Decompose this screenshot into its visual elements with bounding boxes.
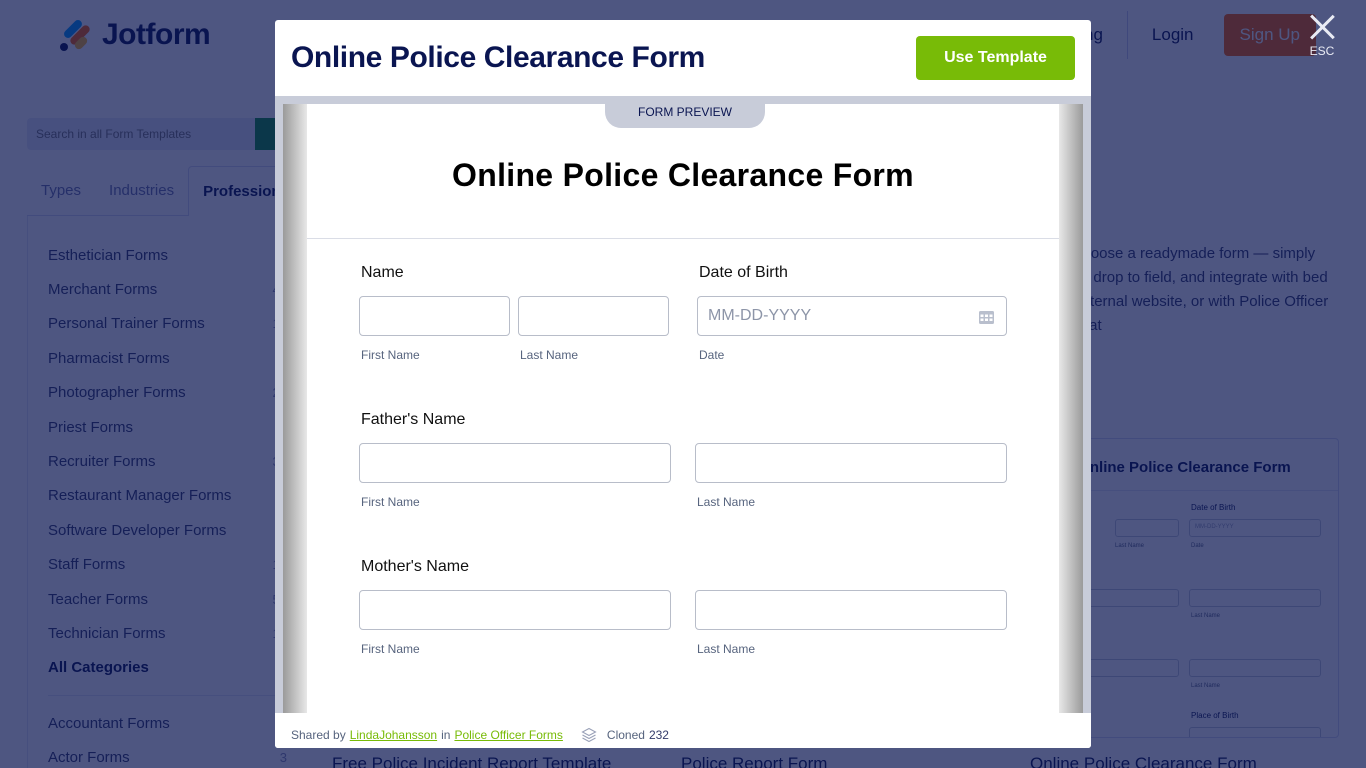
father-first-sublabel: First Name xyxy=(361,495,420,509)
mother-name-label: Mother's Name xyxy=(361,558,469,575)
form-title: Online Police Clearance Form xyxy=(452,156,914,193)
mother-last-name-input[interactable] xyxy=(695,590,1007,630)
cloned-label: Cloned xyxy=(606,727,645,742)
father-name-label: Father's Name xyxy=(361,411,466,428)
esc-label: ESC xyxy=(1309,44,1335,58)
calendar-icon[interactable] xyxy=(979,310,994,324)
template-preview-modal: Online Police Clearance Form Use Templat… xyxy=(275,20,1091,748)
father-last-name-input[interactable] xyxy=(695,443,1007,483)
in-text: in xyxy=(441,727,451,742)
modal-header: Online Police Clearance Form Use Templat… xyxy=(275,20,1091,96)
mother-first-sublabel: First Name xyxy=(361,642,420,656)
dob-sublabel: Date xyxy=(699,348,725,362)
form-preview-area: FORM PREVIEW Online Police Clearance For… xyxy=(275,96,1091,713)
father-first-name-input[interactable] xyxy=(359,443,671,483)
form-card: Online Police Clearance Form Name First … xyxy=(307,112,1059,713)
author-link[interactable]: LindaJohansson xyxy=(350,728,437,742)
cloned-count: 232 xyxy=(648,727,669,742)
modal-title: Online Police Clearance Form xyxy=(291,41,705,74)
mother-last-sublabel: Last Name xyxy=(697,642,756,656)
close-button[interactable]: ESC xyxy=(1306,14,1338,58)
last-name-input[interactable] xyxy=(518,296,669,336)
category-link[interactable]: Police Officer Forms xyxy=(454,728,562,742)
name-label: Name xyxy=(361,264,404,281)
mother-first-name-input[interactable] xyxy=(359,590,671,630)
first-name-sublabel: First Name xyxy=(361,348,420,362)
modal-footer: Shared by LindaJohansson in Police Offic… xyxy=(275,713,1091,748)
layers-icon xyxy=(581,727,597,742)
dob-label: Date of Birth xyxy=(699,264,788,281)
first-name-input[interactable] xyxy=(359,296,510,336)
last-name-sublabel: Last Name xyxy=(520,348,579,362)
form-header: Online Police Clearance Form xyxy=(307,112,1059,239)
use-template-button[interactable]: Use Template xyxy=(916,36,1075,80)
dob-input[interactable] xyxy=(697,296,1007,336)
form-preview-frame[interactable]: FORM PREVIEW Online Police Clearance For… xyxy=(283,104,1083,713)
shared-by-text: Shared by xyxy=(291,727,346,742)
form-preview-tab: FORM PREVIEW xyxy=(605,104,765,128)
close-icon xyxy=(1309,14,1335,40)
father-last-sublabel: Last Name xyxy=(697,495,756,509)
